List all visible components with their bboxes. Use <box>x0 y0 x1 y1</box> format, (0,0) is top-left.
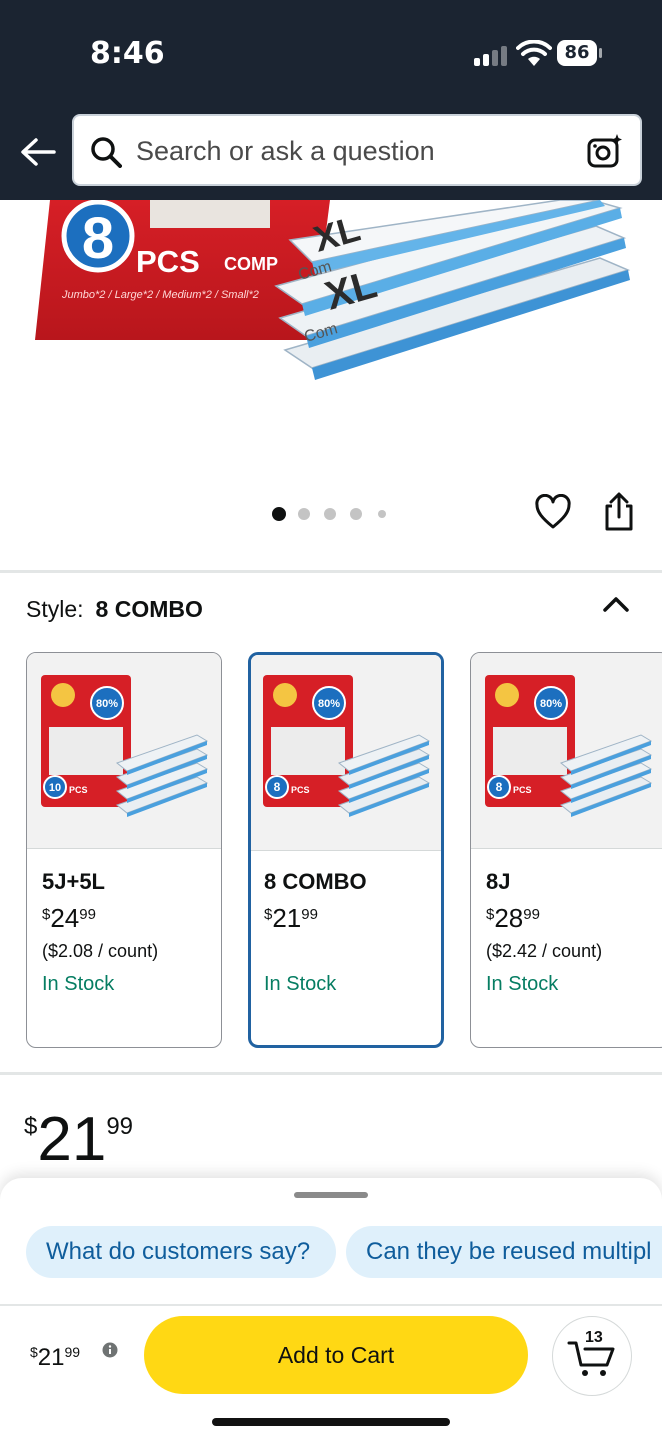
bottom-sheet: What do customers say? Can they be reuse… <box>0 1178 662 1440</box>
image-carousel-dots[interactable] <box>270 506 400 522</box>
svg-text:8: 8 <box>274 780 281 794</box>
search-placeholder: Search or ask a question <box>136 136 435 166</box>
section-divider <box>0 570 662 573</box>
svg-text:PCS: PCS <box>513 785 532 795</box>
style-option-name: 8J <box>486 869 511 894</box>
style-option-stock: In Stock <box>486 973 559 995</box>
svg-text:80%: 80% <box>96 698 118 710</box>
style-option-unit-price: ($2.08 / count) <box>42 941 159 961</box>
info-icon[interactable] <box>102 1342 118 1358</box>
sheet-grabber[interactable] <box>294 1192 368 1198</box>
search-input[interactable]: Search or ask a question <box>72 114 642 186</box>
carousel-dot[interactable] <box>298 508 310 520</box>
carousel-dot[interactable] <box>378 510 386 518</box>
package-subtitle: Jumbo*2 / Large*2 / Medium*2 / Small*2 <box>61 289 259 301</box>
style-option-stock: In Stock <box>42 973 115 995</box>
vacuum-bag-package-illustration: 8 PCS COMP Jumbo*2 / Large*2 / Medium*2 … <box>0 200 662 380</box>
style-option-name: 8 COMBO <box>264 869 367 894</box>
heart-icon[interactable] <box>534 494 572 530</box>
svg-text:PCS: PCS <box>69 785 88 795</box>
product-image[interactable]: 8 PCS COMP Jumbo*2 / Large*2 / Medium*2 … <box>0 200 662 530</box>
section-divider <box>0 1072 662 1075</box>
style-option-price: $2499 <box>42 903 96 933</box>
package-count: 8 <box>82 206 114 271</box>
share-icon[interactable] <box>602 492 636 532</box>
style-option-unit-price: ($2.42 / count) <box>486 941 603 961</box>
carousel-dot-active[interactable] <box>272 507 286 521</box>
price-whole: 21 <box>37 1105 107 1174</box>
status-time: 8:46 <box>90 36 165 71</box>
style-option-5j-5l[interactable]: 80% 10 PCS 5J+5L $2499 ($2.08 / count) I… <box>26 652 222 1048</box>
style-option-stock: In Stock <box>264 973 337 995</box>
battery-icon: 86 <box>557 40 602 66</box>
sheet-divider <box>0 1304 662 1306</box>
home-indicator <box>212 1418 450 1426</box>
add-to-cart-button[interactable]: Add to Cart <box>144 1316 528 1394</box>
signal-icon <box>474 44 508 66</box>
carousel-dot[interactable] <box>350 508 362 520</box>
question-chip-customers-say[interactable]: What do customers say? <box>26 1226 336 1278</box>
battery-level: 86 <box>557 40 597 66</box>
style-option-thumbnail: 80% 10 PCS <box>27 653 221 849</box>
top-header: 8:46 86 Search or ask a question <box>0 0 662 200</box>
style-option-thumbnail: 80% 8 PCS <box>471 653 662 849</box>
price-currency: $ <box>24 1113 38 1140</box>
wifi-icon <box>516 40 552 66</box>
svg-text:10: 10 <box>49 782 61 794</box>
product-price: $2199 <box>24 1104 133 1175</box>
camera-icon[interactable] <box>586 132 624 170</box>
svg-text:80%: 80% <box>540 698 562 710</box>
svg-text:8: 8 <box>496 780 503 794</box>
product-page: 8:46 86 Search or ask a question 8 PCS C… <box>0 0 662 1440</box>
style-option-8j[interactable]: 80% 8 PCS 8J $2899 ($2.42 / count) In St… <box>470 652 662 1048</box>
style-option-name: 5J+5L <box>42 869 105 894</box>
back-arrow-icon[interactable] <box>18 134 58 170</box>
cart-button[interactable]: 13 <box>552 1316 632 1396</box>
svg-text:PCS: PCS <box>291 785 310 795</box>
price-fraction: 99 <box>106 1113 134 1140</box>
question-chip-reused[interactable]: Can they be reused multipl <box>346 1226 662 1278</box>
style-value: 8 COMBO <box>95 596 203 622</box>
style-selector-header[interactable]: Style: 8 COMBO <box>26 596 203 623</box>
cart-count: 13 <box>585 1329 603 1346</box>
style-label: Style: <box>26 596 84 622</box>
carousel-dot[interactable] <box>324 508 336 520</box>
style-option-price: $2199 <box>264 903 318 933</box>
svg-text:80%: 80% <box>318 698 340 710</box>
package-unit: PCS <box>136 244 200 279</box>
style-option-8-combo[interactable]: 80% 8 PCS 8 COMBO $2199 In Stock <box>248 652 444 1048</box>
chevron-up-icon[interactable] <box>602 594 630 614</box>
search-icon <box>91 137 122 168</box>
svg-text:COMP: COMP <box>224 254 278 274</box>
footer-price: $2199 <box>30 1344 81 1371</box>
style-option-thumbnail: 80% 8 PCS <box>251 655 441 851</box>
style-option-price: $2899 <box>486 903 540 933</box>
